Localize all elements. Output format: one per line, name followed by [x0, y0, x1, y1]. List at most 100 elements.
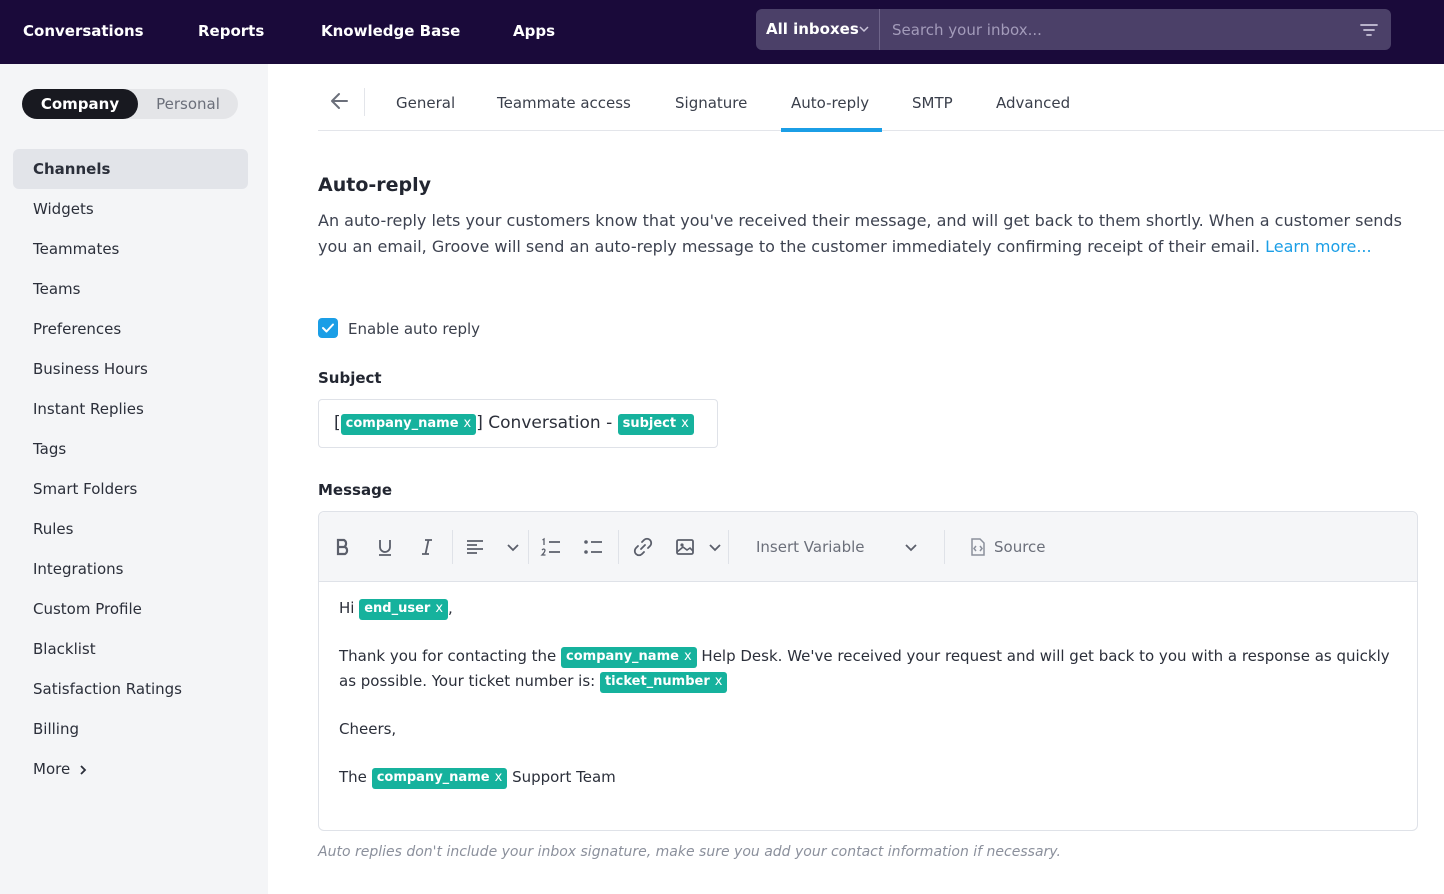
- variable-chip-company-name: company_name x: [561, 647, 697, 668]
- sidebar-item-business-hours[interactable]: Business Hours: [13, 349, 248, 389]
- sidebar-item-integrations[interactable]: Integrations: [13, 549, 248, 589]
- tab-smtp[interactable]: SMTP: [912, 86, 953, 120]
- greeting-end: ,: [448, 599, 453, 617]
- segment-company[interactable]: Company: [22, 89, 138, 119]
- nav-apps[interactable]: Apps: [513, 0, 555, 64]
- toolbar-separator: [944, 530, 945, 564]
- variable-chip-subject: subject x: [617, 414, 694, 435]
- subject-label: Subject: [318, 369, 382, 387]
- subject-middle-text: ] Conversation -: [476, 413, 613, 433]
- sidebar-item-billing[interactable]: Billing: [13, 709, 248, 749]
- message-editor: Insert Variable Source Hi end_user x, Tha…: [318, 511, 1418, 831]
- variable-chip-company-name: company_name x: [340, 414, 477, 435]
- learn-more-link[interactable]: Learn more...: [1265, 237, 1372, 256]
- align-left-icon[interactable]: [464, 536, 486, 558]
- nav-knowledge-base[interactable]: Knowledge Base: [321, 0, 460, 64]
- chevron-down-icon[interactable]: [704, 536, 726, 558]
- enable-auto-reply-checkbox[interactable]: [318, 318, 338, 338]
- sidebar-item-preferences[interactable]: Preferences: [13, 309, 248, 349]
- toolbar-separator: [618, 530, 619, 564]
- message-label: Message: [318, 481, 392, 499]
- chip-label: end_user: [364, 601, 431, 616]
- inbox-select[interactable]: All inboxes: [756, 9, 880, 50]
- underline-icon[interactable]: [374, 536, 396, 558]
- sidebar-item-instant-replies[interactable]: Instant Replies: [13, 389, 248, 429]
- active-tab-indicator: [781, 128, 882, 132]
- sidebar-item-teammates[interactable]: Teammates: [13, 229, 248, 269]
- page-description: An auto-reply lets your customers know t…: [318, 208, 1414, 260]
- tab-general[interactable]: General: [396, 86, 455, 120]
- nav-reports[interactable]: Reports: [198, 0, 264, 64]
- chip-label: company_name: [566, 649, 679, 664]
- sidebar-item-teams[interactable]: Teams: [13, 269, 248, 309]
- sidebar-item-smart-folders[interactable]: Smart Folders: [13, 469, 248, 509]
- message-team-line: The company_name x Support Team: [339, 765, 1399, 790]
- chevron-down-icon[interactable]: [900, 536, 922, 558]
- source-code-icon[interactable]: [966, 536, 988, 558]
- sidebar-item-rules[interactable]: Rules: [13, 509, 248, 549]
- body-text-a: Thank you for contacting the: [339, 647, 557, 665]
- chevron-down-icon: [859, 26, 869, 33]
- chip-label: ticket_number: [604, 674, 710, 689]
- chip-label: subject: [622, 416, 677, 431]
- nav-conversations[interactable]: Conversations: [23, 0, 144, 64]
- chip-remove-icon[interactable]: x: [495, 770, 503, 785]
- chip-label: company_name: [376, 770, 490, 785]
- variable-chip-company-name: company_name x: [371, 768, 508, 789]
- bullet-list-icon[interactable]: [582, 536, 604, 558]
- toolbar-separator: [452, 530, 453, 564]
- message-signoff: Cheers,: [339, 720, 397, 738]
- image-icon[interactable]: [674, 536, 696, 558]
- toolbar-separator: [728, 530, 729, 564]
- tab-teammate-access[interactable]: Teammate access: [497, 86, 631, 120]
- toolbar-separator: [528, 530, 529, 564]
- search-input[interactable]: [892, 9, 1342, 50]
- numbered-list-icon[interactable]: [540, 536, 562, 558]
- subject-field[interactable]: [ company_name x ] Conversation - subject x: [318, 399, 718, 448]
- tab-signature[interactable]: Signature: [675, 86, 747, 120]
- sidebar-item-more[interactable]: More: [13, 749, 248, 789]
- message-body[interactable]: Hi end_user x, Thank you for contacting t…: [339, 596, 1399, 790]
- message-body-paragraph: Thank you for contacting the company_nam…: [339, 644, 1399, 694]
- segment-personal[interactable]: Personal: [138, 89, 238, 119]
- sidebar-item-channels[interactable]: Channels: [13, 149, 248, 189]
- chip-remove-icon[interactable]: x: [435, 601, 443, 616]
- back-arrow-icon[interactable]: [327, 88, 353, 114]
- company-personal-toggle: Company Personal: [22, 89, 238, 119]
- chevron-right-icon: [80, 765, 87, 775]
- search-box: All inboxes: [756, 9, 1391, 50]
- sidebar-item-more-label: More: [33, 760, 71, 778]
- chevron-down-icon[interactable]: [502, 536, 524, 558]
- chip-remove-icon[interactable]: x: [684, 649, 692, 664]
- insert-variable-dropdown[interactable]: Insert Variable: [756, 536, 865, 558]
- inbox-select-label: All inboxes: [766, 20, 859, 38]
- team-text-a: The: [339, 768, 367, 786]
- sidebar-item-widgets[interactable]: Widgets: [13, 189, 248, 229]
- italic-icon[interactable]: [416, 536, 438, 558]
- signature-note: Auto replies don't include your inbox si…: [318, 844, 1061, 860]
- variable-chip-ticket-number: ticket_number x: [599, 672, 728, 693]
- chip-remove-icon[interactable]: x: [464, 416, 472, 431]
- sidebar-item-custom-profile[interactable]: Custom Profile: [13, 589, 248, 629]
- subject-open-bracket: [: [334, 413, 341, 433]
- checkmark-icon: [322, 323, 334, 333]
- tab-advanced[interactable]: Advanced: [996, 86, 1070, 120]
- top-bar: Conversations Reports Knowledge Base App…: [0, 0, 1444, 64]
- source-button[interactable]: Source: [994, 536, 1046, 558]
- editor-toolbar: Insert Variable Source: [319, 512, 1417, 582]
- tab-separator: [364, 88, 365, 116]
- chip-remove-icon[interactable]: x: [681, 416, 689, 431]
- sidebar-item-blacklist[interactable]: Blacklist: [13, 629, 248, 669]
- link-icon[interactable]: [632, 536, 654, 558]
- page-title: Auto-reply: [318, 174, 432, 196]
- variable-chip-end-user: end_user x: [359, 599, 449, 620]
- team-text-b: Support Team: [512, 768, 616, 786]
- sidebar-item-satisfaction-ratings[interactable]: Satisfaction Ratings: [13, 669, 248, 709]
- chip-remove-icon[interactable]: x: [715, 674, 723, 689]
- sidebar-item-tags[interactable]: Tags: [13, 429, 248, 469]
- filter-icon[interactable]: [1360, 21, 1378, 39]
- chip-label: company_name: [345, 416, 459, 431]
- enable-auto-reply-label[interactable]: Enable auto reply: [348, 318, 480, 340]
- tab-auto-reply[interactable]: Auto-reply: [791, 86, 869, 120]
- bold-icon[interactable]: [332, 536, 354, 558]
